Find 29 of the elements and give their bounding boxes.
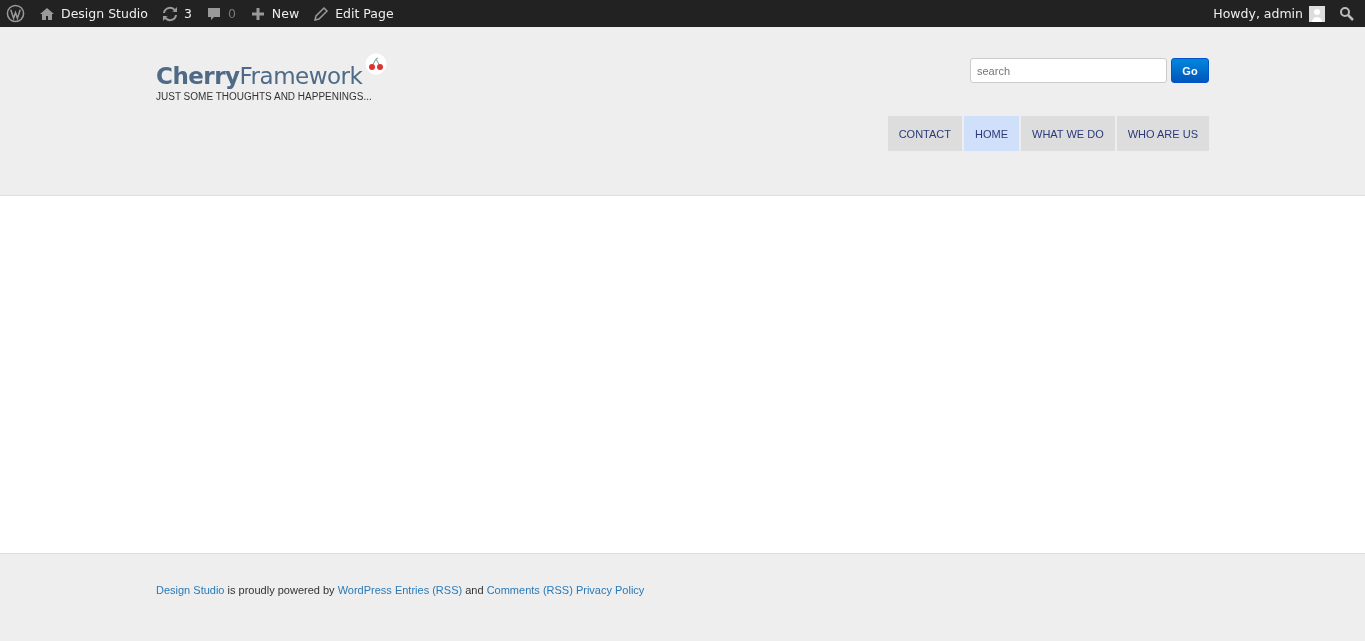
wordpress-logo-icon[interactable]	[6, 4, 25, 23]
speech-bubble-icon	[205, 5, 222, 22]
account-link[interactable]: Howdy, admin	[1213, 5, 1325, 22]
footer-link[interactable]: Privacy Policy	[575, 584, 645, 596]
footer-link[interactable]: Design Studio	[156, 584, 225, 596]
nav-item[interactable]: CONTACT	[887, 116, 962, 151]
avatar-icon	[1309, 5, 1325, 22]
footer-link[interactable]: Comments (RSS)	[486, 584, 573, 596]
plus-icon	[249, 5, 266, 22]
refresh-icon	[161, 5, 178, 22]
footer-link[interactable]: WordPress	[337, 584, 392, 596]
pencil-icon	[313, 5, 330, 22]
site-link[interactable]: Design Studio	[39, 5, 148, 22]
edit-page-link[interactable]: Edit Page	[313, 5, 394, 22]
go-button[interactable]: Go	[1171, 58, 1209, 83]
comments-link[interactable]: 0	[205, 5, 236, 22]
footer-link[interactable]: Entries (RSS)	[394, 584, 463, 596]
search-field[interactable]: search	[970, 58, 1167, 83]
nav-item[interactable]: WHAT WE DO	[1021, 116, 1115, 151]
updates-link[interactable]: 3	[161, 5, 192, 22]
nav-item[interactable]: WHO ARE US	[1116, 116, 1209, 151]
new-link[interactable]: New	[249, 5, 300, 22]
tagline: JUST SOME THOUGHTS AND HAPPENINGS...	[156, 91, 373, 102]
home-icon	[39, 5, 55, 22]
search-icon[interactable]	[1339, 5, 1355, 22]
nav-item[interactable]: HOME	[964, 116, 1019, 151]
cherry-icon	[365, 53, 388, 75]
footer-credits: Design Studio is proudly powered by WordPress Entries (RSS) and Comments (RSS) Privacy Policy	[156, 583, 646, 596]
site-logo[interactable]: CherryFramework	[156, 63, 363, 89]
